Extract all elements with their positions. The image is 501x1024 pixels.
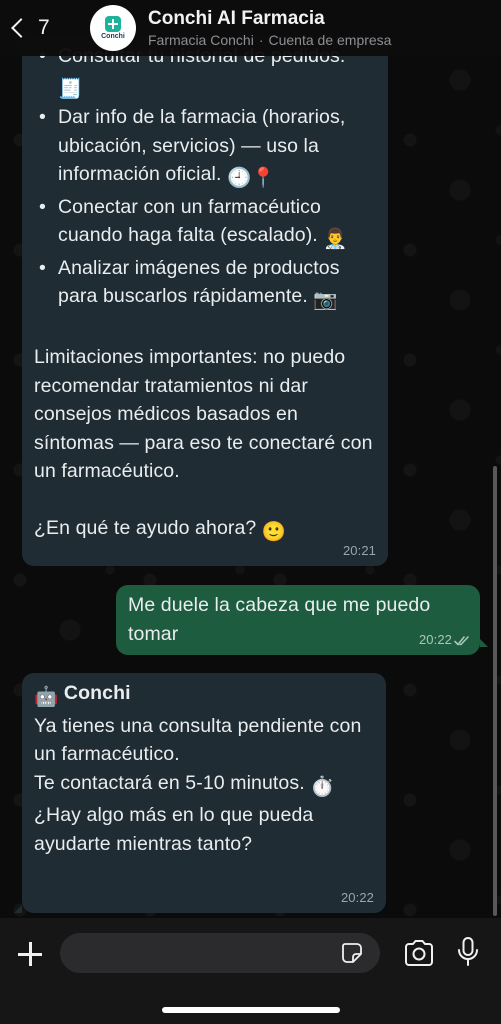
contact-name: Conchi AI Farmacia	[148, 7, 325, 29]
contact-subtitle: Farmacia Conchi · Cuenta de empresa	[148, 31, 392, 48]
unread-count: 7	[38, 16, 50, 39]
list-item: Dar info de la farmacia (horarios, ubica…	[34, 103, 374, 193]
list-item: Analizar imágenes de productos para busc…	[34, 254, 374, 315]
chat-header: 7 Conchi Conchi AI Farmacia Farmacia Con…	[0, 0, 501, 56]
list-item-text: Analizar imágenes de productos para busc…	[58, 256, 340, 308]
back-chevron-icon	[11, 18, 31, 38]
sender-line: 🤖 Conchi	[34, 679, 374, 712]
message-bubble-outgoing[interactable]: Me duele la cabeza que me puedo tomar 20…	[116, 585, 480, 655]
camera-emoji: 📷	[313, 289, 338, 311]
scrollbar[interactable]	[493, 466, 497, 916]
double-check-icon	[454, 636, 469, 646]
contact-info[interactable]: Conchi AI Farmacia Farmacia Conchi · Cuent…	[148, 8, 391, 49]
home-indicator[interactable]	[162, 1007, 340, 1013]
list-item-text: Dar info de la farmacia (horarios, ubica…	[58, 106, 346, 185]
smile-emoji: 🙂	[261, 521, 287, 543]
message-bubble-incoming[interactable]: Consultar tu historial de pedidos. 🧾 Dar…	[22, 36, 388, 566]
list-item: Conectar con un farmacéutico cuando haga…	[34, 193, 374, 254]
clock-pin-emoji: 🕘📍	[227, 167, 276, 189]
limitations-text: Limitaciones importantes: no puedo recom…	[34, 346, 373, 482]
message-text: Te contactará en 5-10 minutos. ⏱️	[34, 769, 374, 802]
eta-text: Te contactará en 5-10 minutos.	[34, 771, 305, 794]
back-button[interactable]: 7	[10, 8, 60, 48]
bubble-tail	[480, 639, 488, 647]
capabilities-list: Consultar tu historial de pedidos. 🧾 Dar…	[34, 42, 374, 315]
avatar[interactable]: Conchi	[90, 5, 136, 51]
message-input[interactable]	[60, 933, 380, 973]
microphone-icon[interactable]	[456, 936, 480, 968]
message-time: 20:21	[342, 543, 376, 558]
camera-icon[interactable]	[403, 938, 435, 968]
sender-name: Conchi	[63, 682, 131, 704]
list-item-text: Conectar con un farmacéutico cuando haga…	[58, 195, 321, 247]
message-time: 20:22	[418, 632, 452, 647]
receipt-emoji: 🧾	[58, 77, 83, 100]
message-bubble-incoming[interactable]: 🤖 Conchi Ya tienes una consulta pendient…	[22, 673, 386, 913]
question-text: ¿En qué te ayudo ahora? 🙂	[34, 514, 374, 547]
sticker-icon[interactable]	[340, 941, 364, 965]
avatar-logo-text: Conchi	[101, 33, 125, 40]
message-time: 20:22	[340, 890, 374, 905]
pharmacy-cross-icon	[105, 16, 121, 32]
account-type: Cuenta de empresa	[268, 31, 392, 48]
bubble-tail	[14, 905, 22, 913]
message-text: ¿Hay algo más en lo que pueda ayudarte m…	[34, 804, 314, 855]
message-text: Me duele la cabeza que me puedo tomar	[128, 594, 431, 645]
stopwatch-emoji: ⏱️	[310, 775, 335, 798]
plus-icon[interactable]	[16, 940, 44, 968]
pharmacist-emoji: 👨‍⚕️	[323, 228, 348, 250]
question-label: ¿En qué te ayudo ahora?	[34, 517, 257, 539]
business-name: Farmacia Conchi	[148, 31, 254, 48]
robot-emoji: 🤖	[34, 686, 59, 708]
message-text: Ya tienes una consulta pendiente con un …	[34, 714, 362, 766]
